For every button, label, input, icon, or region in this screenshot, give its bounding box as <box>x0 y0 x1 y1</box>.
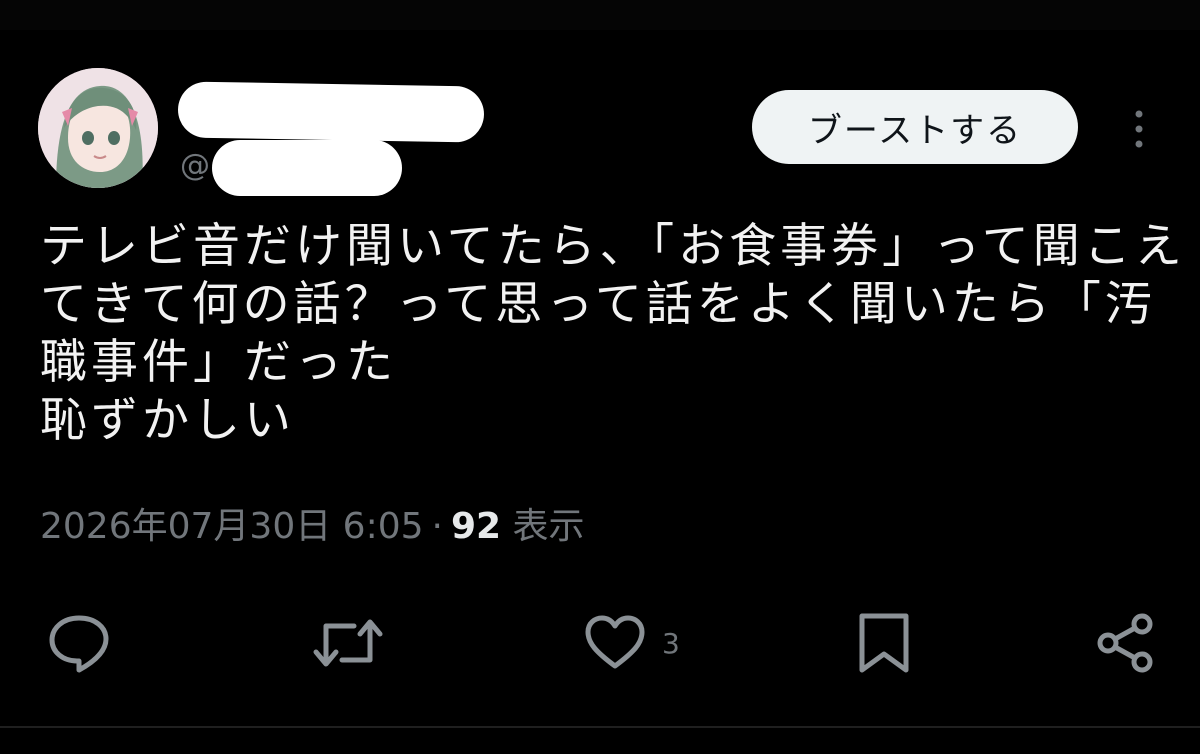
post-timestamp[interactable]: 2026年07月30日 6:05 <box>40 506 424 547</box>
like-count: 3 <box>662 626 680 660</box>
like-icon <box>585 615 645 669</box>
redacted-handle <box>212 140 402 196</box>
boost-button[interactable]: ブーストする <box>752 90 1078 164</box>
bookmark-button[interactable] <box>856 612 912 674</box>
post-text-line: 職事件」だった <box>40 335 397 390</box>
post-meta: 2026年07月30日 6:05 · 92 表示 <box>40 497 585 549</box>
reply-button[interactable] <box>46 612 112 674</box>
more-options-icon[interactable] <box>1124 108 1154 150</box>
post-text-line: 恥ずかしい <box>40 393 295 448</box>
like-button[interactable]: 3 <box>582 612 680 674</box>
views-label: 表示 <box>512 506 585 547</box>
post-text-line: テレビ音だけ聞いてたら、「お食事券」って聞こえ <box>40 219 1186 274</box>
views-count: 92 <box>450 506 502 547</box>
bookmark-icon <box>859 613 909 673</box>
author-handle-prefix: @ <box>180 148 210 183</box>
top-strip <box>0 0 1200 30</box>
divider <box>0 726 1200 728</box>
reply-icon <box>49 615 109 673</box>
redacted-display-name <box>177 81 485 143</box>
share-button[interactable] <box>1094 612 1158 674</box>
meta-separator: · <box>431 506 443 547</box>
post-text: テレビ音だけ聞いてたら、「お食事券」って聞こえ てきて何の話？って思って話をよく… <box>40 218 1186 450</box>
repost-icon <box>313 619 383 667</box>
avatar-image <box>38 68 158 188</box>
repost-button[interactable] <box>310 612 386 674</box>
share-icon <box>1097 613 1153 673</box>
post-text-line: てきて何の話？って思って話をよく聞いたら「汚 <box>40 277 1156 332</box>
avatar[interactable] <box>38 68 158 188</box>
